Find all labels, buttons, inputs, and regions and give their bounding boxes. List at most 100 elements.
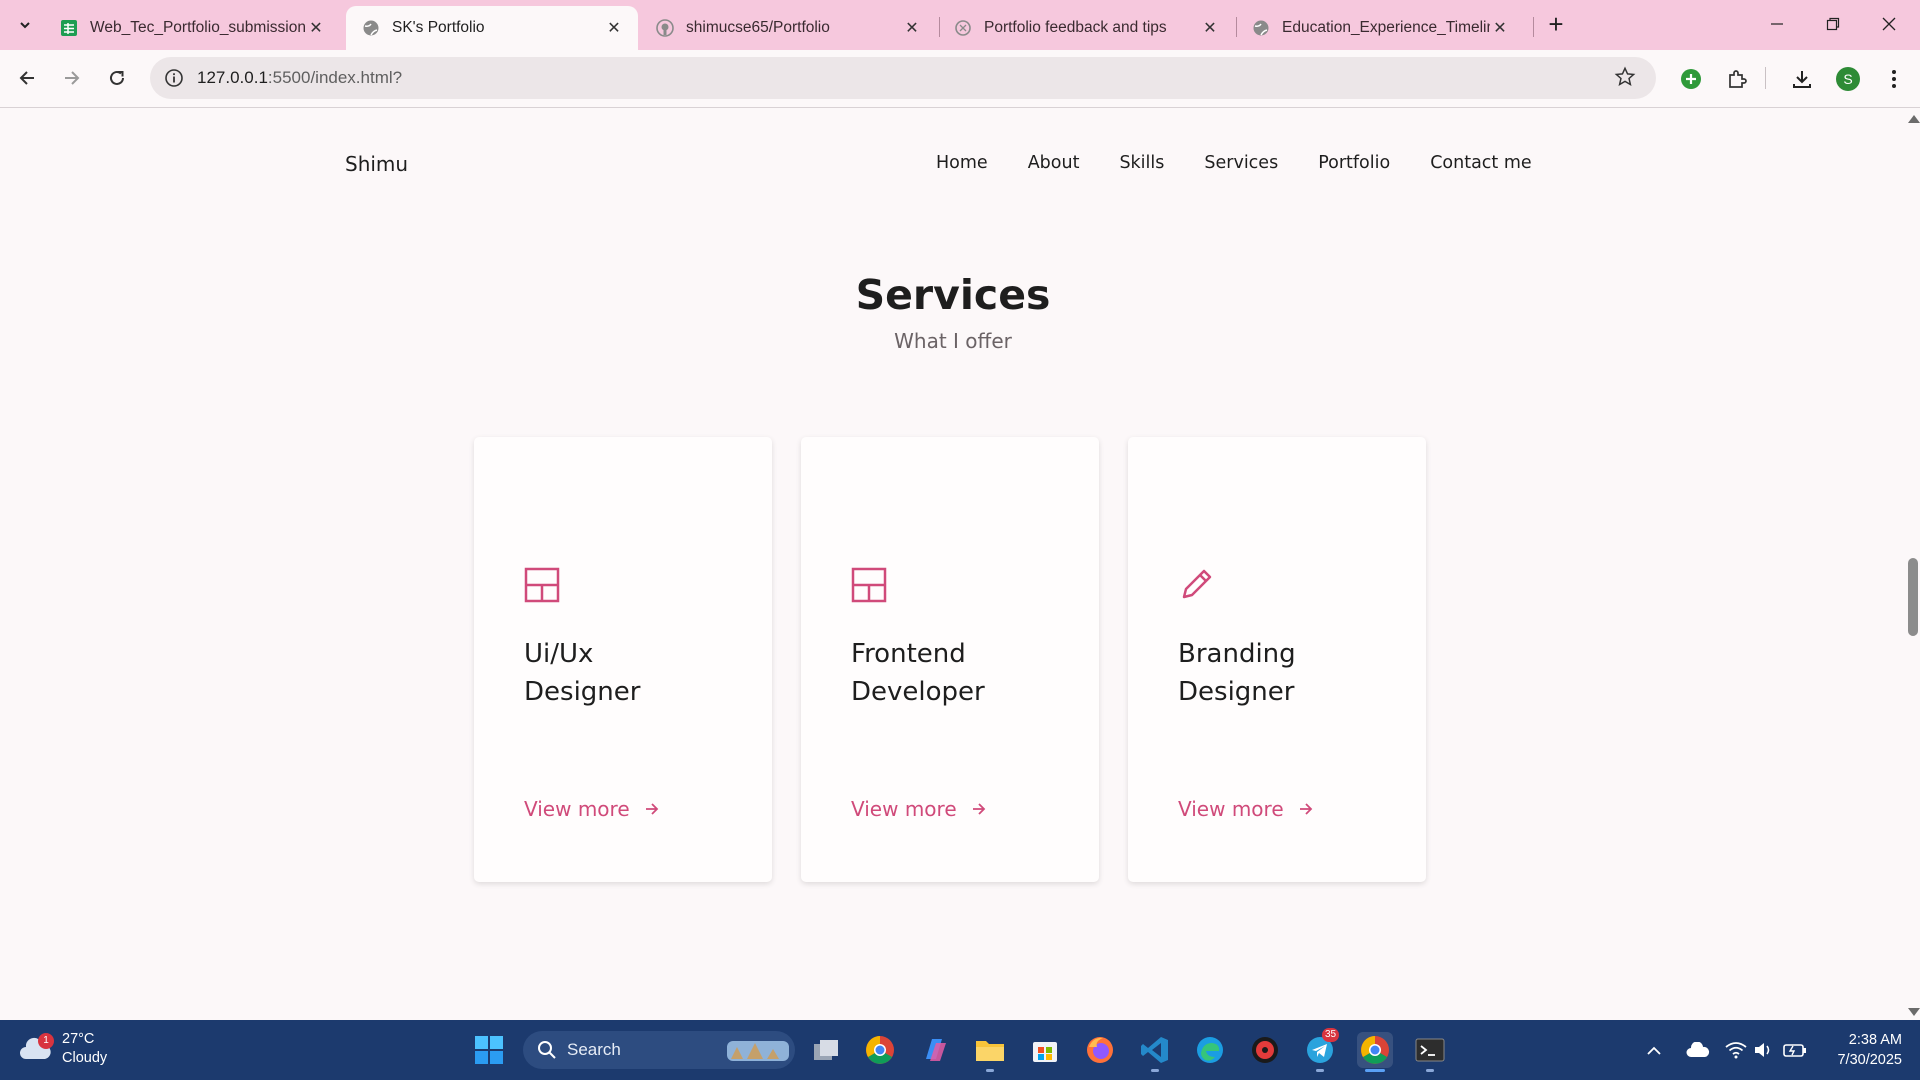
close-window-button[interactable] — [1866, 8, 1912, 40]
browser-menu-icon[interactable] — [1880, 65, 1908, 93]
search-label: Search — [567, 1040, 621, 1059]
service-name-line: Designer — [524, 677, 641, 707]
close-tab-icon[interactable]: ✕ — [604, 18, 624, 38]
view-more-label: View more — [524, 797, 630, 821]
url-host: 127.0.0.1 — [197, 68, 268, 87]
terminal-icon — [1415, 1038, 1445, 1062]
store-app[interactable] — [1027, 1032, 1063, 1068]
taskbar-search[interactable]: Search — [523, 1031, 795, 1069]
volume-icon[interactable] — [1752, 1038, 1776, 1062]
file-explorer-app[interactable] — [972, 1032, 1008, 1072]
search-icon — [538, 1041, 556, 1059]
chrome-app-active[interactable] — [1357, 1032, 1393, 1072]
firefox-app[interactable] — [1082, 1032, 1118, 1068]
tab-title: shimucse65/Portfolio — [686, 19, 830, 36]
nav-contact[interactable]: Contact me — [1430, 153, 1531, 173]
url-path: :5500/index.html? — [267, 68, 403, 87]
minimize-button[interactable] — [1754, 8, 1800, 40]
tab-search-button[interactable] — [10, 12, 40, 38]
chatgpt-icon — [954, 19, 972, 37]
nav-portfolio[interactable]: Portfolio — [1318, 153, 1390, 173]
page-scrollbar[interactable] — [1906, 109, 1920, 1020]
store-icon — [1033, 1042, 1057, 1062]
url-text[interactable]: 127.0.0.1:5500/index.html? — [197, 68, 402, 88]
globe-icon — [1252, 19, 1270, 37]
tray-overflow-icon[interactable] — [1644, 1038, 1664, 1062]
sheets-icon — [60, 19, 78, 37]
close-tab-icon[interactable]: ✕ — [902, 18, 922, 38]
tab-github-portfolio[interactable]: shimucse65/Portfolio ✕ — [640, 6, 936, 50]
service-name: Ui/Ux Designer — [524, 635, 734, 711]
arrow-left-icon — [19, 71, 34, 85]
onedrive-icon[interactable] — [1684, 1038, 1712, 1062]
davinci-app[interactable] — [1247, 1032, 1283, 1068]
davinci-icon — [1252, 1037, 1278, 1063]
system-clock[interactable]: 2:38 AM 7/30/2025 — [1818, 1030, 1902, 1070]
battery-icon[interactable] — [1782, 1038, 1808, 1062]
downloads-icon[interactable] — [1788, 65, 1816, 93]
service-name-line: Ui/Ux — [524, 639, 594, 669]
wifi-icon[interactable] — [1724, 1038, 1748, 1062]
copilot-app[interactable] — [917, 1032, 953, 1068]
windows-taskbar: 1 27°C Cloudy Search 35 2:38 AM 7/30/202… — [0, 1020, 1920, 1080]
bookmark-star-icon[interactable] — [1614, 66, 1638, 90]
close-tab-icon[interactable]: ✕ — [1490, 18, 1510, 38]
weather-widget[interactable]: 1 27°C Cloudy — [18, 1030, 107, 1068]
view-more-button[interactable]: View more — [524, 797, 660, 821]
browser-toolbar: 127.0.0.1:5500/index.html? S — [0, 50, 1920, 108]
edge-icon — [1197, 1037, 1223, 1063]
terminal-app[interactable] — [1412, 1032, 1448, 1072]
vscode-icon — [1141, 1037, 1168, 1063]
nav-services[interactable]: Services — [1204, 153, 1278, 173]
start-button[interactable] — [471, 1032, 507, 1068]
scroll-up-arrow[interactable] — [1908, 115, 1920, 123]
tab-title: SK's Portfolio — [392, 19, 485, 36]
site-logo[interactable]: Shimu — [345, 152, 408, 176]
tab-portfolio-submission[interactable]: Web_Tec_Portfolio_submission ✕ — [44, 6, 340, 50]
close-tab-icon[interactable]: ✕ — [1200, 18, 1220, 38]
tab-separator — [1236, 17, 1237, 37]
arrow-right-icon — [65, 71, 80, 85]
view-more-button[interactable]: View more — [1178, 797, 1314, 821]
reload-icon — [110, 70, 124, 85]
scroll-down-arrow[interactable] — [1908, 1008, 1920, 1016]
forward-button[interactable] — [55, 61, 89, 95]
browser-tab-strip: Web_Tec_Portfolio_submission ✕ SK's Port… — [0, 0, 1920, 50]
tab-education-timeline[interactable]: Education_Experience_Timeline ✕ — [1236, 6, 1524, 50]
firefox-icon — [1087, 1037, 1113, 1063]
vscode-app[interactable] — [1137, 1032, 1173, 1072]
address-bar[interactable]: 127.0.0.1:5500/index.html? — [150, 57, 1656, 99]
tab-sks-portfolio[interactable]: SK's Portfolio ✕ — [346, 6, 638, 50]
chrome-app[interactable] — [862, 1032, 898, 1068]
nav-home[interactable]: Home — [936, 153, 988, 173]
taskview-app[interactable] — [808, 1032, 844, 1068]
service-name: Frontend Developer — [851, 635, 1061, 711]
nav-skills[interactable]: Skills — [1119, 153, 1164, 173]
extension-add-icon[interactable] — [1677, 65, 1705, 93]
reload-button[interactable] — [100, 61, 134, 95]
nav-about[interactable]: About — [1028, 153, 1080, 173]
arrow-right-icon — [1299, 803, 1312, 815]
service-card-branding: Branding Designer View more — [1128, 437, 1426, 882]
profile-avatar[interactable]: S — [1836, 67, 1860, 91]
arrow-right-icon — [972, 803, 985, 815]
globe-icon — [362, 19, 380, 37]
service-name-line: Developer — [851, 677, 985, 707]
tab-title: Education_Experience_Timeline — [1282, 19, 1490, 36]
new-tab-button[interactable]: + — [1542, 11, 1570, 39]
site-info-icon[interactable] — [162, 66, 186, 90]
tab-feedback-tips[interactable]: Portfolio feedback and tips ✕ — [938, 6, 1234, 50]
telegram-app[interactable]: 35 — [1302, 1028, 1340, 1072]
page-viewport: Shimu Home About Skills Services Portfol… — [0, 109, 1906, 1020]
toolbar-divider — [1765, 67, 1766, 89]
running-indicator — [1316, 1069, 1324, 1072]
clock-date: 7/30/2025 — [1837, 1052, 1902, 1068]
restore-button[interactable] — [1810, 8, 1856, 40]
close-tab-icon[interactable]: ✕ — [306, 18, 326, 38]
edge-app[interactable] — [1192, 1032, 1228, 1068]
back-button[interactable] — [10, 61, 44, 95]
view-more-button[interactable]: View more — [851, 797, 987, 821]
scrollbar-thumb[interactable] — [1908, 558, 1918, 636]
github-icon — [656, 19, 674, 37]
extensions-puzzle-icon[interactable] — [1723, 65, 1751, 93]
